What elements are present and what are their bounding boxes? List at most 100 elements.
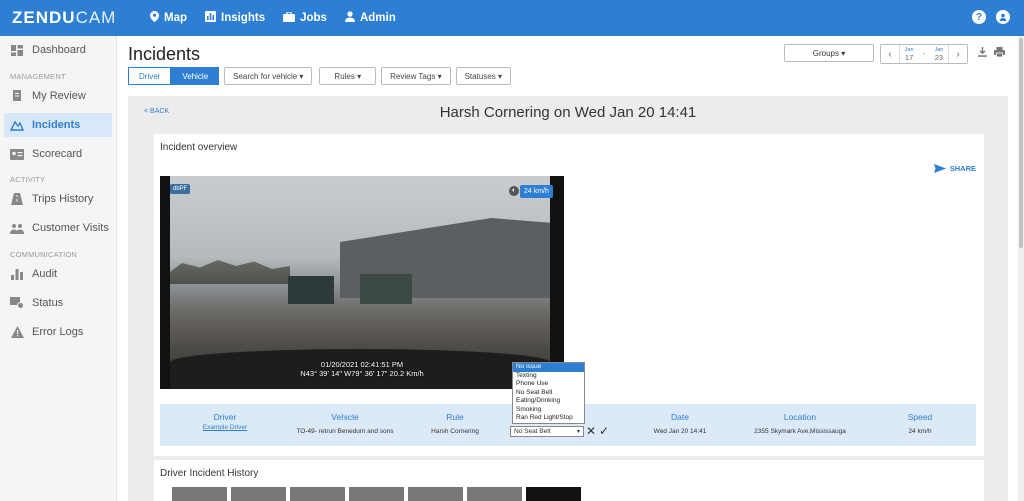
chevron-right-icon[interactable]: › [949,49,967,60]
nav-admin-label: Admin [359,12,396,24]
sidebar-item-incidents[interactable]: Incidents [4,113,112,137]
incident-content: < BACK Harsh Cornering on Wed Jan 20 14:… [128,96,1008,501]
sidebar-section-communication: COMMUNICATION [10,250,78,259]
sidebar-label-error-logs: Error Logs [32,326,84,338]
video-dumpster [288,276,334,304]
history-thumbnail[interactable] [408,487,463,501]
review-tags-dropdown[interactable]: Review Tags ▾ [381,67,451,85]
map-pin-icon [150,11,159,25]
vehicle-toggle[interactable]: Vehicle [171,67,220,85]
vehicle-header: Vehicle [331,412,359,422]
groups-dropdown[interactable]: Groups ▾ [784,44,874,62]
bar-chart-icon [10,268,24,280]
filter-bar: Driver Vehicle Search for vehicle ▾ Rule… [128,67,511,85]
warning-icon [10,326,24,338]
search-vehicle-dropdown[interactable]: Search for vehicle ▾ [224,67,313,85]
end-day: 23 [934,53,944,62]
account-icon[interactable] [996,10,1010,24]
review-icon [10,90,24,102]
sidebar-item-dashboard[interactable]: Dashboard [4,38,112,62]
share-label: SHARE [949,164,976,173]
status-option[interactable]: Ran Red Light/Stop [513,414,584,423]
location-value: 2355 Skymark Ave,Mississauga [754,428,846,435]
sidebar-section-activity: ACTIVITY [10,175,46,184]
speed-badge: 24 km/h [520,185,553,198]
sidebar-item-error-logs[interactable]: Error Logs [4,320,112,344]
sidebar-label-trips-history: Trips History [32,193,94,205]
date-range-picker[interactable]: ‹ Jan 17 - Jan 23 › [880,44,968,64]
start-day: 17 [904,53,914,62]
statuses-dropdown[interactable]: Statuses ▾ [455,67,511,85]
scrollbar-thumb[interactable] [1019,38,1023,248]
nav-admin[interactable]: Admin [344,11,396,25]
driver-header: Driver [213,412,237,422]
page-scrollbar[interactable] [1018,36,1024,501]
nav-map-label: Map [164,12,187,24]
sidebar-item-status[interactable]: Status [4,291,112,315]
video-trees [170,260,290,284]
logo[interactable]: ZENDUCAM [12,8,116,28]
status-dropdown-list[interactable]: No issue Texting Phone Use No Seat Belt … [512,362,585,424]
incident-title: Harsh Cornering on Wed Jan 20 14:41 [439,104,697,121]
download-icon[interactable] [978,47,987,60]
sidebar-item-customer-visits[interactable]: Customer Visits [4,216,112,240]
print-icon[interactable] [994,47,1005,60]
status-option[interactable]: Eating/Drinking [513,397,584,406]
history-thumbnail[interactable] [290,487,345,501]
sidebar-label-customer-visits: Customer Visits [32,222,109,234]
driver-incident-history-card: Driver Incident History [154,460,984,501]
history-thumbnails [172,487,581,501]
review-tags-label: Review Tags [390,71,436,81]
status-option[interactable]: Phone Use [513,380,584,389]
chevron-left-icon[interactable]: ‹ [881,49,899,60]
nav-insights[interactable]: Insights [205,11,265,25]
contrast-icon[interactable]: ◐ [509,186,519,196]
history-thumbnail[interactable] [526,487,581,501]
driver-incident-history-title: Driver Incident History [160,468,259,479]
rules-dropdown[interactable]: Rules ▾ [319,67,377,85]
top-bar: ZENDUCAM Map Insights Jobs Admin ? [0,0,1024,36]
confirm-icon[interactable]: ✓ [599,424,609,438]
help-icon[interactable]: ? [972,10,986,24]
vehicle-value: TO-49- retrun Benedum and sons [296,428,394,435]
video-overlay-text: 01/20/2021 02:41:51 PM N43° 39' 14" W79°… [160,360,564,378]
sidebar-item-trips-history[interactable]: Trips History [4,187,112,211]
history-thumbnail[interactable] [231,487,286,501]
date-header: Date [671,412,689,422]
location-header: Location [783,412,817,422]
sidebar: Dashboard MANAGEMENT My Review Incidents… [0,36,117,501]
driver-toggle[interactable]: Driver [128,67,172,85]
sidebar-item-audit[interactable]: Audit [4,262,112,286]
share-button[interactable]: SHARE [933,164,976,173]
date-range-display[interactable]: Jan 17 - Jan 23 [899,45,949,63]
rules-label: Rules [334,71,355,81]
history-thumbnail[interactable] [349,487,404,501]
incident-video[interactable]: dbPF ◐ 24 km/h 01/20/2021 02:41:51 PM N4… [160,176,564,389]
reject-icon[interactable]: ✕ [586,424,596,438]
status-option[interactable]: No issue [513,363,584,372]
driver-link[interactable]: Example Driver [180,424,270,431]
date-value: Wed Jan 20 14:41 [653,428,707,435]
status-option[interactable]: No Seat Belt [513,389,584,398]
status-option[interactable]: Texting [513,372,584,381]
sidebar-item-scorecard[interactable]: Scorecard [4,142,112,166]
nav-map[interactable]: Map [150,11,187,25]
incidents-icon [10,119,24,131]
user-icon [344,11,355,25]
history-thumbnail[interactable] [172,487,227,501]
nav-jobs-label: Jobs [300,12,327,24]
sidebar-label-dashboard: Dashboard [32,44,86,56]
speed-header: Speed [907,412,933,422]
status-option[interactable]: Smoking [513,406,584,415]
caret-down-icon: ▾ [357,71,362,81]
caret-down-icon: ▾ [576,429,580,435]
sidebar-label-my-review: My Review [32,90,86,102]
history-thumbnail[interactable] [467,487,522,501]
logo-main: ZENDU [12,8,76,27]
nav-jobs[interactable]: Jobs [283,10,327,25]
caret-down-icon: ▾ [299,71,304,81]
video-timestamp: 01/20/2021 02:41:51 PM [320,360,404,369]
incident-overview-title: Incident overview [160,142,238,153]
status-select[interactable]: No Seat Belt ▾ [510,426,584,437]
sidebar-item-my-review[interactable]: My Review [4,84,112,108]
